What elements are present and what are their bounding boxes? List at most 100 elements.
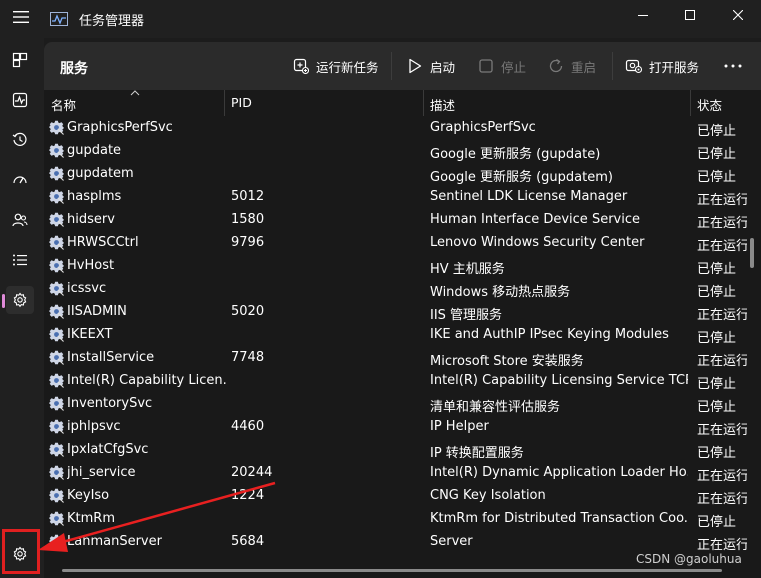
table-row[interactable]: gupdatem Google 更新服务 (gupdatem) 已停止 [44,162,748,185]
table-row[interactable]: LanmanServer 5684 Server 正在运行 [44,530,748,553]
service-gear-icon [49,442,64,457]
stop-button[interactable]: 停止 [477,54,526,78]
task-manager-app-icon [50,11,68,26]
start-button[interactable]: 启动 [406,54,455,78]
run-new-task-button[interactable]: 运行新任务 [292,54,379,78]
column-divider[interactable] [423,90,424,116]
column-divider[interactable] [224,90,225,116]
sidebar-item-details[interactable] [6,246,34,274]
service-name: icssvc [67,281,107,296]
table-row[interactable]: hidserv 1580 Human Interface Device Servic… [44,208,748,231]
table-row[interactable]: HRWSCCtrl 9796 Lenovo Windows Security Cen… [44,231,748,254]
active-indicator [2,294,5,308]
sidebar-item-services[interactable] [2,286,34,314]
service-status: 已停止 [697,170,737,185]
service-gear-icon [49,419,64,434]
table-row[interactable]: InstallService 7748 Microsoft Store 安装服务 正在… [44,346,748,369]
service-status: 已停止 [697,147,737,162]
vertical-scrollbar[interactable] [750,118,754,578]
more-options-icon[interactable] [721,54,745,78]
hamburger-menu-icon[interactable] [8,4,34,30]
close-button[interactable] [715,0,761,30]
sidebar-item-app-history[interactable] [6,126,34,154]
service-gear-icon [49,373,64,388]
users-icon [12,213,28,227]
service-pid: 7748 [231,350,265,365]
service-status: 正在运行 [697,538,747,553]
service-gear-icon [49,534,64,549]
table-row[interactable]: IISADMIN 5020 IIS 管理服务 正在运行 [44,300,748,323]
sidebar-item-startup-apps[interactable] [6,166,34,194]
service-name: LanmanServer [67,534,162,549]
service-status: 正在运行 [697,423,747,438]
table-row[interactable]: IKEEXT IKE and AuthIP IPsec Keying Module… [44,323,748,346]
table-row[interactable]: InventorySvc 清单和兼容性评估服务 已停止 [44,392,748,415]
table-row[interactable]: Intel(R) Capability Licen... Intel(R) Cap… [44,369,748,392]
service-pid: 4460 [231,419,265,434]
table-row[interactable]: icssvc Windows 移动热点服务 已停止 [44,277,748,300]
table-row[interactable]: HvHost HV 主机服务 已停止 [44,254,748,277]
column-header-name[interactable]: 名称 [51,95,76,114]
service-status: 已停止 [697,377,737,392]
service-description: Lenovo Windows Security Center [430,235,645,250]
table-row[interactable]: KtmRm KtmRm for Distributed Transaction C… [44,507,748,530]
service-description: Human Interface Device Service [430,212,640,227]
service-gear-icon [49,396,64,411]
service-status: 已停止 [697,124,737,139]
column-header-status[interactable]: 状态 [697,95,722,114]
service-name: IKEEXT [67,327,113,342]
column-header-description[interactable]: 描述 [430,95,455,114]
service-gear-icon [49,304,64,319]
table-row[interactable]: GraphicsPerfSvc GraphicsPerfSvc 已停止 [44,116,748,139]
service-name: IpxlatCfgSvc [67,442,149,457]
open-services-button[interactable]: 打开服务 [625,54,699,78]
services-icon [13,292,27,308]
watermark: CSDN @gaoluhua [636,552,742,566]
sidebar [0,38,44,578]
column-header-pid[interactable]: PID [231,95,252,110]
table-row[interactable]: KeyIso 1224 CNG Key Isolation 正在运行 [44,484,748,507]
service-description: Server [430,534,473,549]
page-title: 服务 [60,61,88,77]
table-header: 名称 PID 描述 状态 [44,90,761,116]
service-gear-icon [49,465,64,480]
window-title: 任务管理器 [79,14,145,29]
service-name: jhi_service [67,465,136,480]
table-row[interactable]: hasplms 5012 Sentinel LDK License Manager 正… [44,185,748,208]
service-gear-icon [49,327,64,342]
table-row[interactable]: jhi_service 20244 Intel(R) Dynamic Applica… [44,461,748,484]
toolbar-divider [391,52,392,80]
service-name: hasplms [67,189,122,204]
maximize-button[interactable] [667,0,713,30]
vertical-scrollbar-thumb[interactable] [750,238,754,268]
service-gear-icon [49,281,64,296]
table-row[interactable]: iphlpsvc 4460 IP Helper 正在运行 [44,415,748,438]
service-gear-icon [49,511,64,526]
service-description: Intel(R) Dynamic Application Loader Ho..… [430,465,688,480]
table-row[interactable]: gupdate Google 更新服务 (gupdate) 已停止 [44,139,748,162]
service-description: Sentinel LDK License Manager [430,189,628,204]
start-label: 启动 [430,59,456,75]
service-gear-icon [49,350,64,365]
service-status: 已停止 [697,331,737,346]
sidebar-item-users[interactable] [6,206,34,234]
title-bar: 任务管理器 [0,0,761,38]
open-services-label: 打开服务 [649,59,700,75]
service-gear-icon [49,120,64,135]
table-row[interactable]: IpxlatCfgSvc IP 转换配置服务 已停止 [44,438,748,461]
minimize-button[interactable] [620,0,666,30]
open-services-icon [625,57,643,75]
horizontal-scrollbar[interactable] [62,569,722,572]
sidebar-item-processes[interactable] [6,46,34,74]
sort-ascending-icon [130,90,140,96]
sidebar-item-performance[interactable] [6,86,34,114]
column-divider[interactable] [690,90,691,116]
service-name: HRWSCCtrl [67,235,139,250]
service-name: hidserv [67,212,115,227]
service-pid: 1580 [231,212,265,227]
service-name: Intel(R) Capability Licen... [67,373,227,388]
service-gear-icon [49,235,64,250]
service-description: IIS 管理服务 [430,308,503,323]
service-name: IISADMIN [67,304,127,319]
restart-button[interactable]: 重启 [547,54,596,78]
